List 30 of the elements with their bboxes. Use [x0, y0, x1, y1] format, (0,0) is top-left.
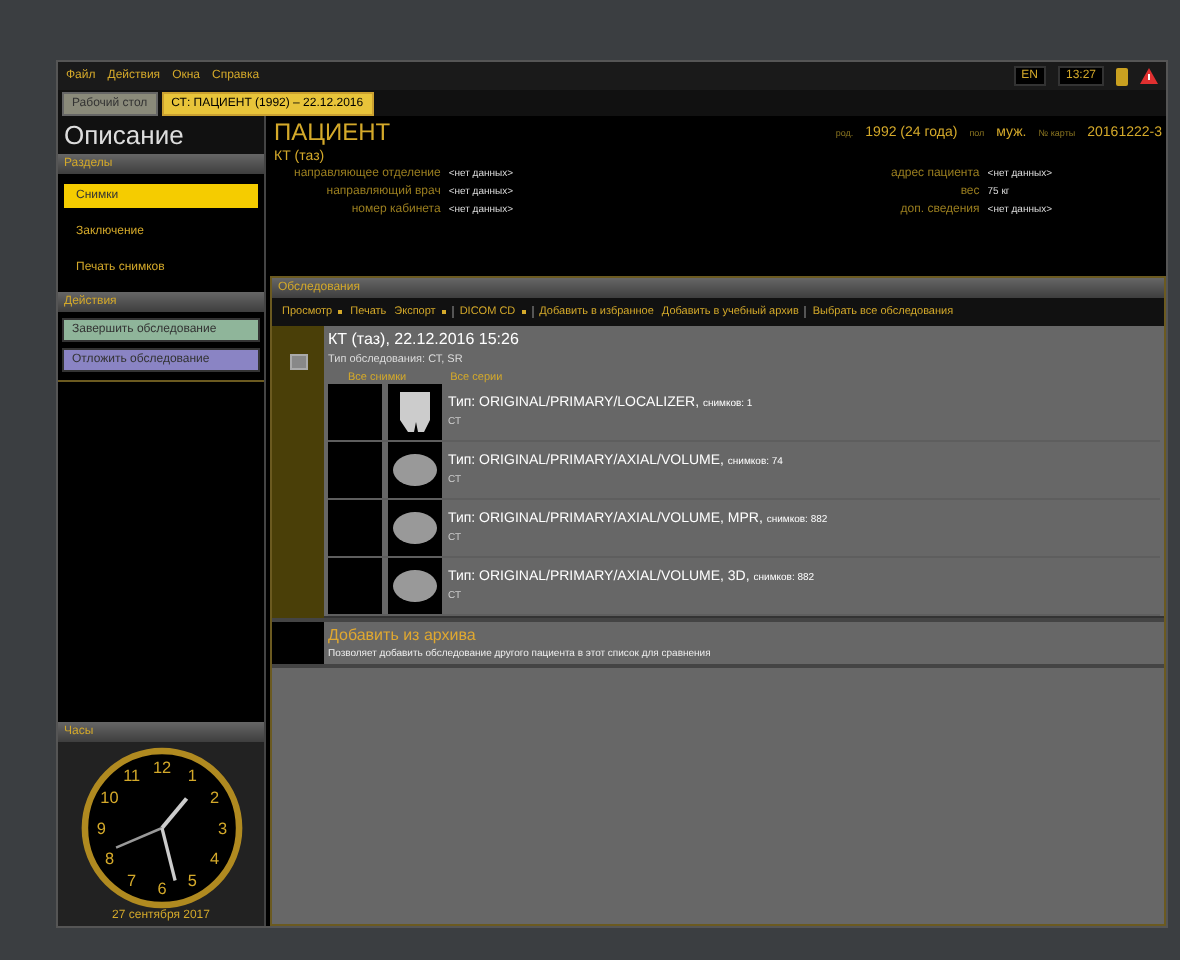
clock-numeral: 7: [126, 872, 136, 891]
panel-title: Описание: [58, 116, 264, 154]
scan-thumbnail[interactable]: [388, 442, 442, 498]
clock-numeral: 6: [156, 880, 166, 899]
scan-thumbnail[interactable]: [388, 384, 442, 440]
clock-numeral: 4: [209, 850, 219, 869]
clock-numeral: 9: [95, 819, 105, 838]
dropdown-icon: [521, 309, 526, 314]
database-icon[interactable]: [1116, 67, 1128, 85]
series-marker: [328, 442, 382, 498]
clock-numeral: 10: [99, 789, 118, 808]
row-marker: [272, 622, 324, 664]
series-marker: [328, 558, 382, 614]
series-marker: [328, 500, 382, 556]
patient-name: ПАЦИЕНТ: [274, 118, 391, 146]
warning-icon[interactable]: [1140, 68, 1158, 84]
dropdown-icon: [441, 309, 446, 314]
clock-numeral: 1: [186, 767, 196, 786]
study-title: КТ (таз), 22.12.2016 15:26: [328, 330, 521, 348]
collapse-icon[interactable]: [289, 354, 307, 370]
clock-numeral: 11: [122, 767, 140, 786]
dropdown-icon: [338, 309, 343, 314]
series-marker: [328, 384, 382, 440]
clock-numeral: 3: [217, 819, 227, 838]
clock-numeral: 2: [209, 789, 219, 808]
clock-numeral: 5: [186, 872, 196, 891]
clock-numeral: 8: [103, 850, 113, 869]
scan-thumbnail[interactable]: [388, 500, 442, 556]
scan-thumbnail[interactable]: [388, 558, 442, 614]
clock-numeral: 12: [151, 759, 171, 778]
